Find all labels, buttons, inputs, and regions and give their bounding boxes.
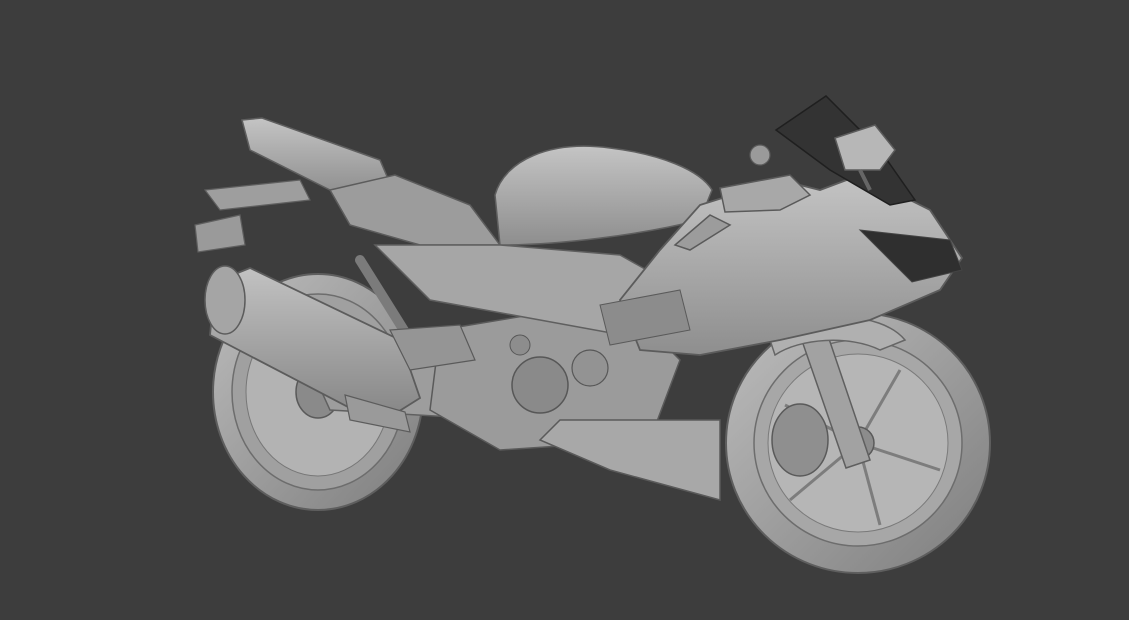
seat xyxy=(328,174,502,246)
motorcycle-model xyxy=(194,95,991,574)
3d-viewport[interactable] xyxy=(0,0,1129,620)
